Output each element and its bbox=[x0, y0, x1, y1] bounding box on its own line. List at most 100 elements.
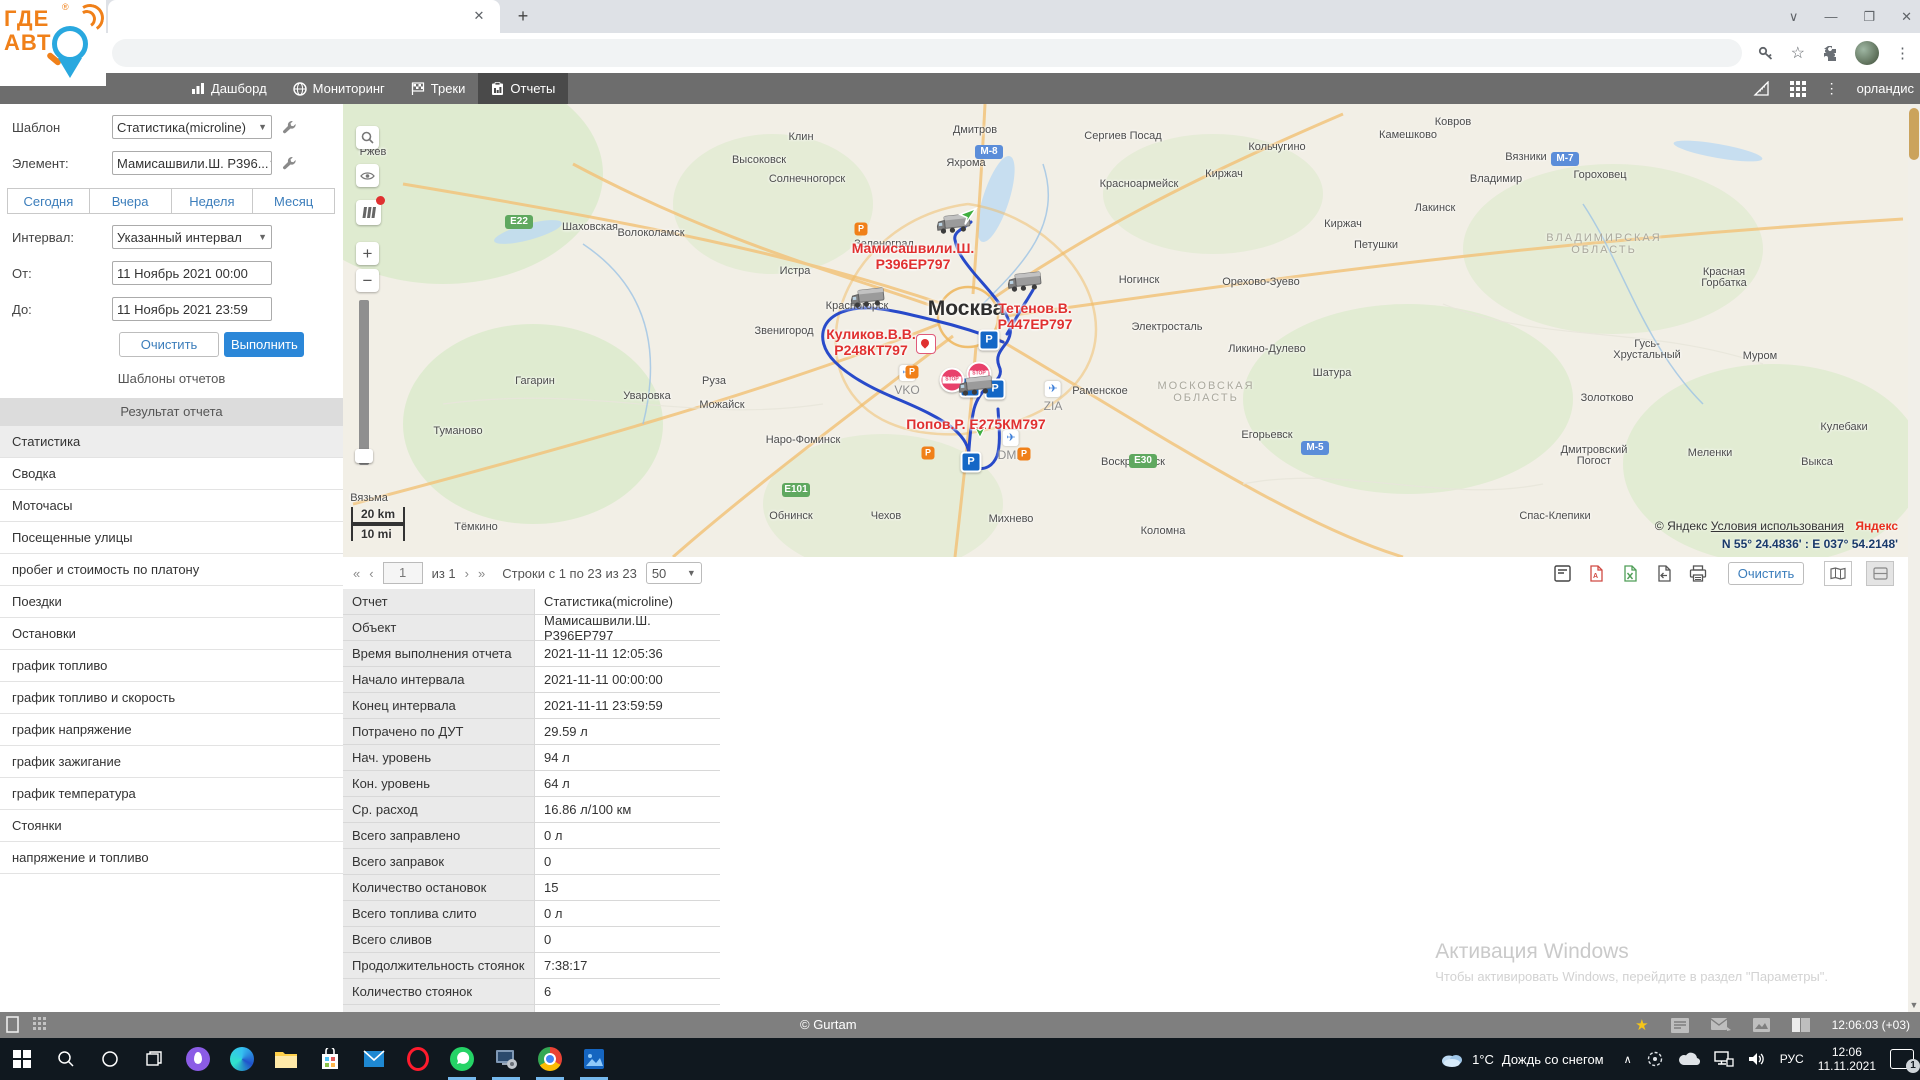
report-view-icon[interactable] bbox=[1552, 563, 1572, 583]
page-scrollbar[interactable]: ▼ bbox=[1908, 104, 1920, 1012]
window-close-button[interactable]: ✕ bbox=[1901, 9, 1912, 25]
page-size-select[interactable]: 50▼ bbox=[646, 562, 702, 584]
url-input[interactable] bbox=[112, 39, 1742, 67]
opera-browser-icon[interactable] bbox=[396, 1038, 440, 1080]
profile-avatar[interactable] bbox=[1855, 41, 1879, 65]
taskbar-weather[interactable]: 1°C Дождь со снегом bbox=[1440, 1051, 1604, 1067]
language-indicator[interactable]: РУС bbox=[1780, 1052, 1804, 1066]
parking-marker-icon[interactable]: P bbox=[961, 452, 982, 473]
print-icon[interactable] bbox=[1688, 563, 1708, 583]
nav-tab-dashboard[interactable]: Дашборд bbox=[178, 73, 280, 104]
next-page-button[interactable]: › bbox=[465, 566, 469, 581]
truck-icon[interactable] bbox=[849, 284, 888, 317]
scrollbar-thumb[interactable] bbox=[1909, 108, 1919, 160]
report-list-item[interactable]: Сводка bbox=[0, 458, 343, 490]
report-list-item[interactable]: Статистика bbox=[0, 426, 343, 458]
nav-tab-monitoring[interactable]: Мониторинг bbox=[280, 73, 398, 104]
to-datetime-input[interactable]: 11 Ноябрь 2021 23:59 bbox=[112, 297, 272, 321]
period-button[interactable]: Сегодня bbox=[7, 188, 90, 214]
tray-teams-icon[interactable] bbox=[1646, 1050, 1664, 1068]
map-canvas[interactable]: РжевШаховскаяВолоколамскКлинВысоковскСол… bbox=[343, 104, 1908, 557]
star-favorite-icon[interactable]: ★ bbox=[1635, 1016, 1648, 1034]
action-center-icon[interactable]: 1 bbox=[1890, 1049, 1914, 1069]
table-row[interactable]: Потрачено по ДУТ 29.59 л bbox=[343, 719, 720, 745]
tray-onedrive-icon[interactable] bbox=[1678, 1052, 1700, 1066]
result-header[interactable]: Результат отчета bbox=[0, 398, 343, 426]
interval-select[interactable]: Указанный интервал▼ bbox=[112, 225, 272, 249]
photos-app-icon[interactable] bbox=[572, 1038, 616, 1080]
bookmark-star-icon[interactable]: ☆ bbox=[1791, 43, 1805, 63]
map-search-button[interactable] bbox=[356, 126, 379, 149]
user-name[interactable]: орландис bbox=[1857, 81, 1914, 96]
notes-icon[interactable] bbox=[1671, 1018, 1689, 1033]
vehicle-label[interactable]: Мамисашвили.Ш. Р396ЕР797 bbox=[852, 240, 975, 272]
page-number-input[interactable]: 1 bbox=[383, 562, 423, 584]
table-row[interactable]: Моточасы 6:25:36 bbox=[343, 1005, 720, 1012]
nav-tab-reports[interactable]: Отчеты bbox=[478, 73, 568, 104]
export-pdf-icon[interactable]: A bbox=[1586, 563, 1606, 583]
show-map-toggle[interactable] bbox=[1824, 561, 1852, 586]
cortana-icon[interactable] bbox=[88, 1038, 132, 1080]
table-row[interactable]: Начало интервала 2021-11-11 00:00:00 bbox=[343, 667, 720, 693]
map-zoom-out-button[interactable]: − bbox=[356, 269, 379, 292]
report-list-item[interactable]: график топливо bbox=[0, 650, 343, 682]
vehicle-label[interactable]: Куликов.В.В. Р248КТ797 bbox=[826, 326, 916, 358]
table-row[interactable]: Количество остановок 15 bbox=[343, 875, 720, 901]
parking-marker-icon[interactable]: P bbox=[979, 330, 1000, 351]
table-row[interactable]: Нач. уровень 94 л bbox=[343, 745, 720, 771]
task-view-icon[interactable] bbox=[132, 1038, 176, 1080]
export-excel-icon[interactable] bbox=[1620, 563, 1640, 583]
attribution-terms-link[interactable]: Условия использования bbox=[1711, 519, 1844, 533]
map-visibility-eye-button[interactable] bbox=[356, 164, 379, 187]
tab-close-icon[interactable]: ✕ bbox=[470, 7, 488, 25]
report-list-item[interactable]: напряжение и топливо bbox=[0, 842, 343, 874]
table-row[interactable]: Всего топлива слито 0 л bbox=[343, 901, 720, 927]
from-datetime-input[interactable]: 11 Ноябрь 2021 00:00 bbox=[112, 261, 272, 285]
report-list-item[interactable]: Моточасы bbox=[0, 490, 343, 522]
taskbar-search-icon[interactable] bbox=[44, 1038, 88, 1080]
first-page-button[interactable]: « bbox=[353, 566, 360, 581]
report-list-item[interactable]: Остановки bbox=[0, 618, 343, 650]
edge-browser-icon[interactable] bbox=[220, 1038, 264, 1080]
table-row[interactable]: Всего сливов 0 bbox=[343, 927, 720, 953]
microsoft-store-icon[interactable] bbox=[308, 1038, 352, 1080]
taskbar-clock[interactable]: 12:06 11.11.2021 bbox=[1818, 1045, 1876, 1073]
mail-notification-icon[interactable] bbox=[1711, 1018, 1731, 1032]
new-tab-button[interactable]: + bbox=[512, 5, 534, 27]
tab-search-chevron-icon[interactable]: ∨ bbox=[1789, 9, 1799, 25]
start-button[interactable] bbox=[0, 1038, 44, 1080]
scrollbar-down-arrow-icon[interactable]: ▼ bbox=[1908, 1000, 1920, 1010]
table-row[interactable]: Всего заправлено 0 л bbox=[343, 823, 720, 849]
yandex-disk-icon[interactable] bbox=[176, 1038, 220, 1080]
table-row[interactable]: Количество стоянок 6 bbox=[343, 979, 720, 1005]
report-list-item[interactable]: график температура bbox=[0, 778, 343, 810]
table-row[interactable]: Всего заправок 0 bbox=[343, 849, 720, 875]
footer-grid-icon[interactable] bbox=[33, 1017, 48, 1032]
extensions-puzzle-icon[interactable] bbox=[1821, 44, 1839, 62]
report-list-item[interactable]: Посещенные улицы bbox=[0, 522, 343, 554]
whatsapp-icon[interactable] bbox=[440, 1038, 484, 1080]
report-list-item[interactable]: график зажигание bbox=[0, 746, 343, 778]
map-zoom-in-button[interactable]: + bbox=[356, 242, 379, 265]
columns-icon[interactable] bbox=[1792, 1018, 1810, 1032]
export-file-icon[interactable] bbox=[1654, 563, 1674, 583]
ruler-tool-icon[interactable] bbox=[1753, 81, 1771, 97]
hidden-icons-chevron[interactable]: ∧ bbox=[1624, 1053, 1632, 1066]
table-row[interactable]: Ср. расход 16.86 л/100 км bbox=[343, 797, 720, 823]
element-settings-wrench-icon[interactable] bbox=[282, 156, 297, 171]
period-button[interactable]: Месяц bbox=[252, 188, 335, 214]
split-view-toggle[interactable] bbox=[1866, 561, 1894, 586]
apps-grid-icon[interactable] bbox=[1789, 80, 1807, 98]
footer-monitor-icon[interactable] bbox=[6, 1016, 23, 1033]
image-icon[interactable] bbox=[1753, 1018, 1770, 1032]
report-list-item[interactable]: Поездки bbox=[0, 586, 343, 618]
nav-menu-dots-icon[interactable]: ⋮ bbox=[1825, 80, 1839, 97]
report-list-item[interactable]: пробег и стоимость по платону bbox=[0, 554, 343, 586]
last-page-button[interactable]: » bbox=[478, 566, 485, 581]
browser-tab[interactable] bbox=[108, 0, 500, 33]
table-row[interactable]: Конец интервала 2021-11-11 23:59:59 bbox=[343, 693, 720, 719]
slider-handle[interactable] bbox=[355, 449, 373, 463]
period-button[interactable]: Неделя bbox=[171, 188, 254, 214]
report-list-item[interactable]: график топливо и скорость bbox=[0, 682, 343, 714]
nav-tab-tracks[interactable]: Треки bbox=[398, 73, 479, 104]
